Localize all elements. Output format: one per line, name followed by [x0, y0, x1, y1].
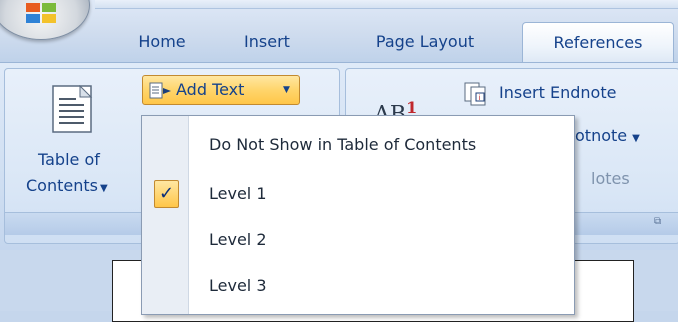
- menu-item-level-3[interactable]: Level 3: [142, 263, 574, 309]
- office-logo-icon: [26, 3, 56, 23]
- add-text-dropdown-menu: Do Not Show in Table of Contents ✓ Level…: [141, 115, 575, 315]
- chevron-down-icon: ▼: [632, 133, 640, 144]
- svg-text:i: i: [479, 94, 481, 102]
- menu-item-label: Level 1: [209, 184, 267, 203]
- add-text-label: Add Text: [176, 80, 245, 99]
- next-footnote-label: otnote: [575, 126, 628, 145]
- tab-page-layout[interactable]: Page Layout: [345, 22, 505, 62]
- document-icon: [52, 85, 93, 133]
- add-text-icon: [149, 82, 171, 99]
- dialog-launcher-icon[interactable]: ⧉: [654, 216, 661, 227]
- add-text-button[interactable]: Add Text ▼: [142, 75, 300, 105]
- menu-item-label: Do Not Show in Table of Contents: [209, 135, 477, 154]
- toc-button-line2: Contents ▼: [26, 176, 108, 195]
- endnote-icon: i: [464, 82, 486, 106]
- menu-item-level-2[interactable]: Level 2: [142, 217, 574, 263]
- menu-item-do-not-show[interactable]: Do Not Show in Table of Contents: [142, 122, 574, 168]
- chevron-down-icon: ▼: [99, 183, 108, 194]
- tab-home[interactable]: Home: [112, 22, 212, 62]
- checkmark-icon: ✓: [154, 180, 179, 208]
- footnotes-group-label: lotes: [591, 169, 630, 188]
- tab-references[interactable]: References: [522, 22, 674, 63]
- menu-item-level-1[interactable]: ✓ Level 1: [142, 171, 574, 217]
- chevron-down-icon: ▼: [283, 85, 290, 95]
- toc-button-line1: Table of: [38, 150, 100, 169]
- tab-insert[interactable]: Insert: [222, 22, 312, 62]
- table-of-contents-button[interactable]: Table of Contents ▼: [26, 80, 138, 202]
- insert-endnote-label: Insert Endnote: [499, 83, 617, 102]
- next-footnote-button[interactable]: otnote ▼: [575, 126, 640, 145]
- menu-item-label: Level 3: [209, 276, 267, 295]
- menu-item-label: Level 2: [209, 230, 267, 249]
- tab-references-label: References: [553, 33, 643, 52]
- title-bar: [95, 0, 678, 9]
